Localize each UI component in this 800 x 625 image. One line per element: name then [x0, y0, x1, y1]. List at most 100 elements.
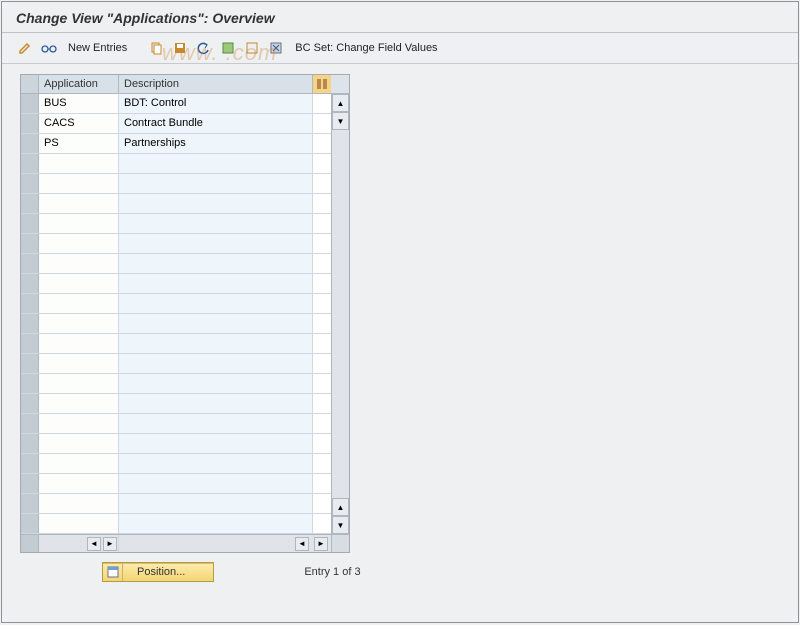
save-icon[interactable] [171, 39, 189, 57]
cell-description[interactable]: Partnerships [119, 134, 313, 153]
cell-application[interactable] [39, 194, 119, 213]
cell-description[interactable] [119, 374, 313, 393]
cell-description[interactable]: Contract Bundle [119, 114, 313, 133]
row-selector[interactable] [21, 294, 39, 313]
row-selector[interactable] [21, 194, 39, 213]
cell-description[interactable] [119, 214, 313, 233]
title-bar: Change View "Applications": Overview [2, 2, 798, 33]
vertical-scrollbar[interactable]: ▲ ▼ ▲ ▼ [331, 94, 349, 534]
cell-description[interactable] [119, 294, 313, 313]
table-row [21, 294, 331, 314]
table-row [21, 494, 331, 514]
cell-description[interactable] [119, 254, 313, 273]
row-selector[interactable] [21, 474, 39, 493]
cell-application[interactable] [39, 414, 119, 433]
cell-description[interactable] [119, 354, 313, 373]
row-selector[interactable] [21, 514, 39, 533]
cell-description[interactable] [119, 274, 313, 293]
cell-description[interactable] [119, 434, 313, 453]
row-selector[interactable] [21, 354, 39, 373]
bc-set-button[interactable]: BC Set: Change Field Values [291, 42, 441, 54]
horizontal-scrollbar[interactable]: ◄ ► ◄ ► [21, 534, 349, 552]
cell-application[interactable] [39, 214, 119, 233]
row-selector[interactable] [21, 434, 39, 453]
new-entries-button[interactable]: New Entries [64, 42, 131, 54]
cell-application[interactable] [39, 474, 119, 493]
cell-description[interactable] [119, 334, 313, 353]
cell-description[interactable] [119, 454, 313, 473]
table-row: CACSContract Bundle [21, 114, 331, 134]
cell-application[interactable] [39, 234, 119, 253]
copy-icon[interactable] [147, 39, 165, 57]
select-all-header[interactable] [21, 75, 39, 93]
row-selector[interactable] [21, 374, 39, 393]
row-selector[interactable] [21, 454, 39, 473]
cell-application[interactable] [39, 394, 119, 413]
scroll-down-icon[interactable]: ▼ [332, 112, 349, 130]
cell-description[interactable] [119, 414, 313, 433]
hscroll-right2-icon[interactable]: ► [314, 537, 328, 551]
table-row [21, 254, 331, 274]
cell-application[interactable]: CACS [39, 114, 119, 133]
cell-description[interactable] [119, 314, 313, 333]
row-selector[interactable] [21, 234, 39, 253]
column-description[interactable]: Description [119, 75, 313, 93]
cell-application[interactable] [39, 254, 119, 273]
glasses-icon[interactable] [40, 39, 58, 57]
cell-application[interactable] [39, 354, 119, 373]
cell-description[interactable]: BDT: Control [119, 94, 313, 113]
cell-application[interactable] [39, 434, 119, 453]
cell-application[interactable]: PS [39, 134, 119, 153]
cell-application[interactable] [39, 174, 119, 193]
cell-description[interactable] [119, 194, 313, 213]
cell-description[interactable] [119, 154, 313, 173]
row-selector[interactable] [21, 134, 39, 153]
cell-description[interactable] [119, 394, 313, 413]
delete-icon[interactable] [267, 39, 285, 57]
table-row [21, 314, 331, 334]
cell-application[interactable]: BUS [39, 94, 119, 113]
cell-application[interactable] [39, 374, 119, 393]
cell-application[interactable] [39, 514, 119, 533]
cell-application[interactable] [39, 494, 119, 513]
hscroll-left-icon[interactable]: ◄ [87, 537, 101, 551]
cell-application[interactable] [39, 154, 119, 173]
cell-description[interactable] [119, 474, 313, 493]
row-selector[interactable] [21, 494, 39, 513]
hscroll-right-icon[interactable]: ► [103, 537, 117, 551]
table-row [21, 154, 331, 174]
cell-application[interactable] [39, 294, 119, 313]
scroll-up2-icon[interactable]: ▲ [332, 498, 349, 516]
column-application[interactable]: Application [39, 75, 119, 93]
applications-table: Application Description BUSBDT: ControlC… [20, 74, 350, 553]
row-selector[interactable] [21, 214, 39, 233]
scroll-down2-icon[interactable]: ▼ [332, 516, 349, 534]
row-selector[interactable] [21, 154, 39, 173]
undo-icon[interactable] [195, 39, 213, 57]
row-selector[interactable] [21, 314, 39, 333]
cell-application[interactable] [39, 274, 119, 293]
cell-application[interactable] [39, 334, 119, 353]
scroll-up-icon[interactable]: ▲ [332, 94, 349, 112]
row-selector[interactable] [21, 414, 39, 433]
row-selector[interactable] [21, 334, 39, 353]
row-selector[interactable] [21, 174, 39, 193]
change-icon[interactable] [16, 39, 34, 57]
cell-application[interactable] [39, 314, 119, 333]
scroll-track[interactable] [332, 130, 349, 498]
cell-description[interactable] [119, 234, 313, 253]
deselect-all-icon[interactable] [243, 39, 261, 57]
cell-description[interactable] [119, 174, 313, 193]
row-selector[interactable] [21, 114, 39, 133]
row-selector[interactable] [21, 94, 39, 113]
position-button[interactable]: Position... [102, 562, 214, 582]
cell-description[interactable] [119, 514, 313, 533]
row-selector[interactable] [21, 274, 39, 293]
cell-application[interactable] [39, 454, 119, 473]
row-selector[interactable] [21, 254, 39, 273]
row-selector[interactable] [21, 394, 39, 413]
table-settings-icon[interactable] [313, 75, 331, 93]
cell-description[interactable] [119, 494, 313, 513]
hscroll-left2-icon[interactable]: ◄ [295, 537, 309, 551]
select-all-icon[interactable] [219, 39, 237, 57]
